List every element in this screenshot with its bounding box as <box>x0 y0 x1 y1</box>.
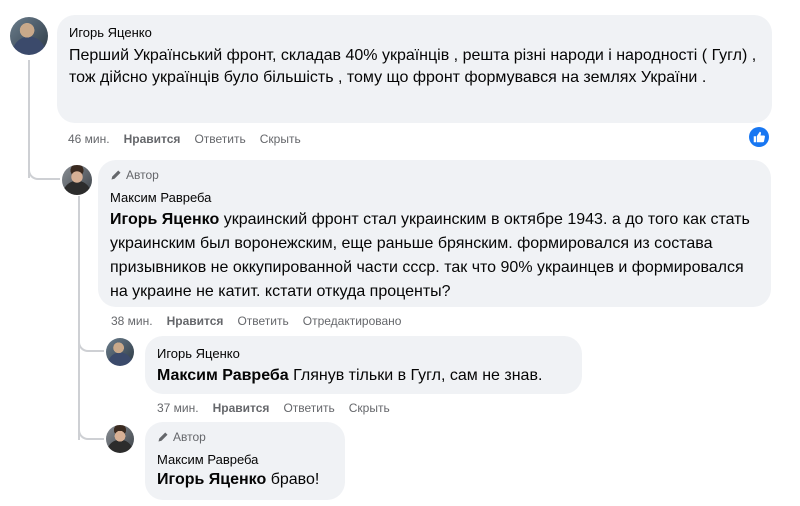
mention-link[interactable]: Игорь Яценко <box>157 471 266 488</box>
pen-icon <box>111 170 121 180</box>
author-badge: Автор <box>110 168 159 182</box>
reply-button[interactable]: Ответить <box>283 401 334 415</box>
comment-bubble: Игорь Яценко Перший Український фронт, с… <box>57 15 772 123</box>
reply-button[interactable]: Ответить <box>237 314 288 328</box>
author-badge-label: Автор <box>126 168 159 182</box>
comment-author[interactable]: Игорь Яценко <box>69 25 152 40</box>
comment-text: Игорь Яценко украинский фронт стал украи… <box>110 208 765 304</box>
comment-body: Глянув тільки в Гугл, сам не знав. <box>288 367 543 384</box>
comment-bubble: Игорь Яценко Максим Равреба Глянув тільк… <box>145 336 582 394</box>
comment-body: браво! <box>266 471 320 488</box>
hide-button[interactable]: Скрыть <box>349 401 390 415</box>
comment-time[interactable]: 46 мин. <box>68 132 110 146</box>
avatar[interactable] <box>10 17 48 55</box>
like-icon[interactable] <box>749 127 769 147</box>
like-button[interactable]: Нравится <box>213 401 270 415</box>
author-badge: Автор <box>157 430 206 444</box>
thread-line <box>78 196 80 440</box>
author-badge-label: Автор <box>173 430 206 444</box>
comment-bubble: Автор Максим Равреба Игорь Яценко украин… <box>98 160 771 307</box>
comment-actions: 38 мин. Нравится Ответить Отредактирован… <box>111 314 401 328</box>
comment-time[interactable]: 38 мин. <box>111 314 153 328</box>
thread-connector <box>78 330 104 352</box>
hide-button[interactable]: Скрыть <box>260 132 301 146</box>
thread-connector <box>28 160 60 180</box>
reply-button[interactable]: Ответить <box>194 132 245 146</box>
comment-text: Перший Український фронт, складав 40% ук… <box>69 47 757 86</box>
avatar[interactable] <box>106 338 134 366</box>
comment-text: Игорь Яценко браво! <box>157 469 319 491</box>
mention-link[interactable]: Максим Равреба <box>157 367 289 384</box>
like-button[interactable]: Нравится <box>167 314 224 328</box>
comment-actions: 37 мин. Нравится Ответить Скрыть <box>157 401 390 415</box>
comment-author[interactable]: Игорь Яценко <box>157 346 240 361</box>
avatar[interactable] <box>62 165 92 195</box>
comment-text: Максим Равреба Глянув тільки в Гугл, сам… <box>157 365 542 387</box>
like-button[interactable]: Нравится <box>124 132 181 146</box>
pen-icon <box>158 432 168 442</box>
thread-connector <box>78 418 104 440</box>
comment-bubble: Автор Максим Равреба Игорь Яценко браво! <box>145 422 345 500</box>
comment-author[interactable]: Максим Равреба <box>110 190 211 205</box>
comment-author[interactable]: Максим Равреба <box>157 452 258 467</box>
mention-link[interactable]: Игорь Яценко <box>110 211 219 228</box>
edited-label[interactable]: Отредактировано <box>303 314 402 328</box>
comment-actions: 46 мин. Нравится Ответить Скрыть <box>68 132 301 146</box>
avatar[interactable] <box>106 425 134 453</box>
comment-time[interactable]: 37 мин. <box>157 401 199 415</box>
